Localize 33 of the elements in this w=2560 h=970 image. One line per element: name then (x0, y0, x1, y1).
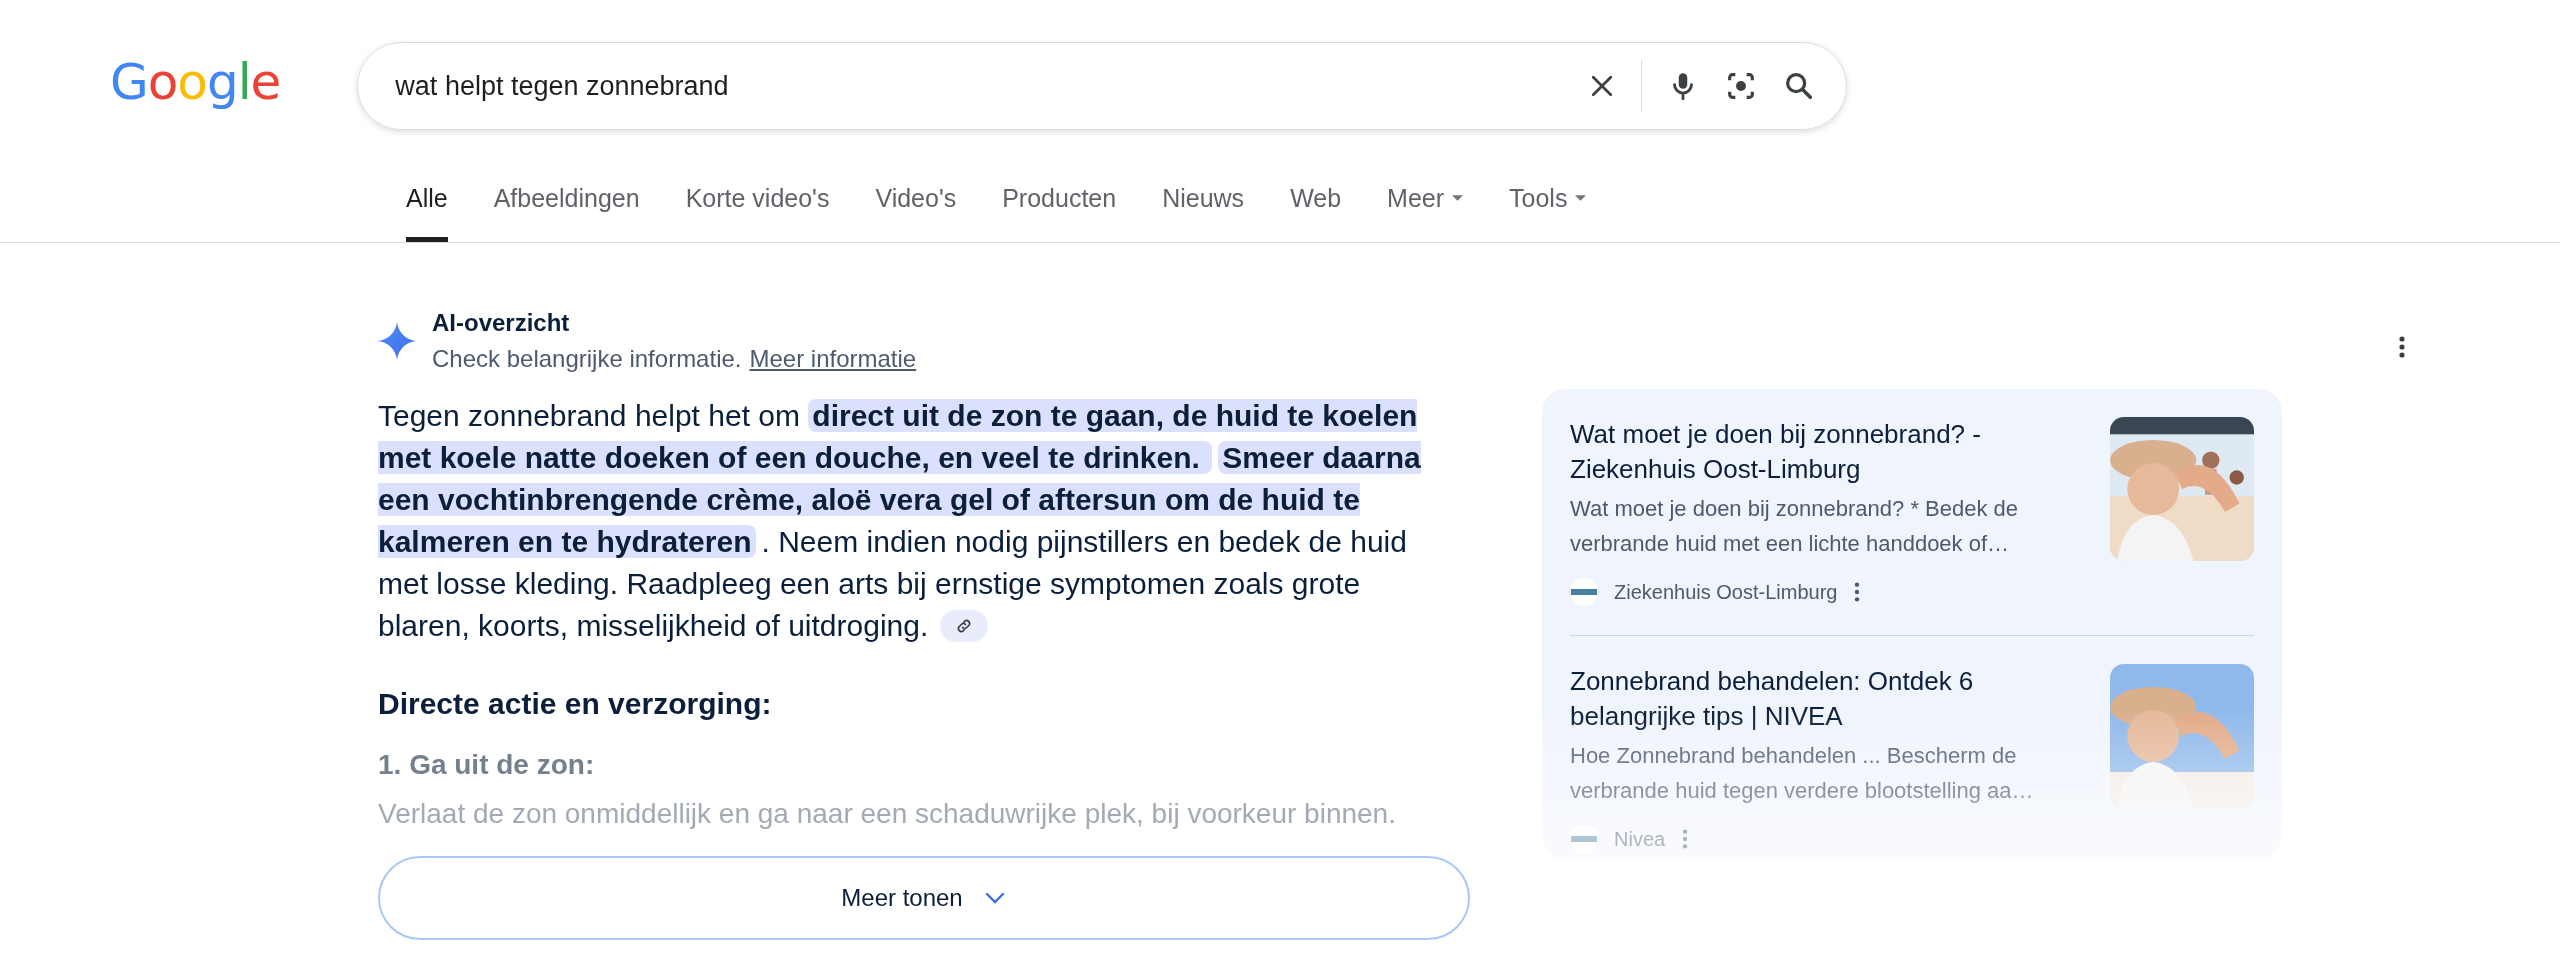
step-heading: 1. Ga uit de zon: (378, 748, 596, 782)
answer-paragraph: Tegen zonnebrand helpt het om direct uit de zon te gaan, de huid te koelen met koele natte doeken of een douche, en veel te drinken. Smeer daarna een vochtinbrengende crème, aloë vera gel of aftersun om de huid te kalmeren en te hydrateren . Neem indien nodig pijnstillers en bedek de huid met losse kleding. Raadpleeg een arts bij ernstige symptomen zoals grote blaren, koorts, misselijkheid of uitdroging. (378, 398, 1422, 644)
more-options-icon[interactable] (2398, 335, 2406, 359)
source-site-name: Ziekenhuis Oost-Limburg (1614, 580, 1838, 605)
source-snippet: Hoe Zonnebrand behandelen ... Bescherm de verbrande huid tegen verdere blootstelling aa… (1570, 742, 2035, 805)
site-favicon-icon (1570, 825, 1598, 853)
search-tab[interactable]: Meer (1387, 179, 1464, 242)
caret-icon (1575, 194, 1587, 202)
google-logo[interactable]: Google (108, 50, 283, 115)
overview-title: AI-overzicht (432, 308, 571, 338)
more-info-link[interactable]: Meer informatie (749, 341, 917, 377)
site-favicon-icon (1570, 578, 1598, 606)
sparkle-icon (378, 322, 416, 360)
search-tab[interactable]: Afbeeldingen (493, 179, 640, 242)
source-site-name: Nivea (1614, 827, 1666, 852)
search-tab[interactable]: Producten (1002, 179, 1117, 242)
source-snippet: Wat moet je doen bij zonnebrand? * Bedek de verbrande huid met een lichte handdoek of… (1570, 495, 2020, 558)
section-heading: Directe actie en verzorging: (378, 686, 773, 722)
source-title-link[interactable]: Wat moet je doen bij zonnebrand? - Ziekenhuis Oost-Limburg (1570, 417, 2090, 487)
link-chip[interactable] (940, 609, 989, 642)
more-options-icon[interactable] (1853, 581, 1862, 603)
source-title-link[interactable]: Zonnebrand behandelen: Ontdek 6 belangrijke tips | NIVEA (1570, 664, 2090, 734)
search-tab[interactable]: Video's (875, 179, 957, 242)
search-tab[interactable]: Nieuws (1162, 179, 1245, 242)
search-field[interactable]: wat helpt tegen zonnebrand (393, 64, 1564, 108)
caret-icon (1452, 194, 1464, 202)
step-text: Verlaat de zon onmiddellijk en ga naar een schaduwrijke plek, bij voorkeur binnen. (378, 797, 1397, 831)
search-tab[interactable]: Web (1290, 179, 1342, 242)
search-tab[interactable]: Alle (406, 179, 448, 242)
search-tab[interactable]: Tools (1509, 179, 1587, 242)
overview-note: Check belangrijke informatie. (432, 344, 742, 374)
show-more-button[interactable]: Meer tonen (378, 856, 1470, 940)
search-tab[interactable]: Korte video's (685, 179, 830, 242)
